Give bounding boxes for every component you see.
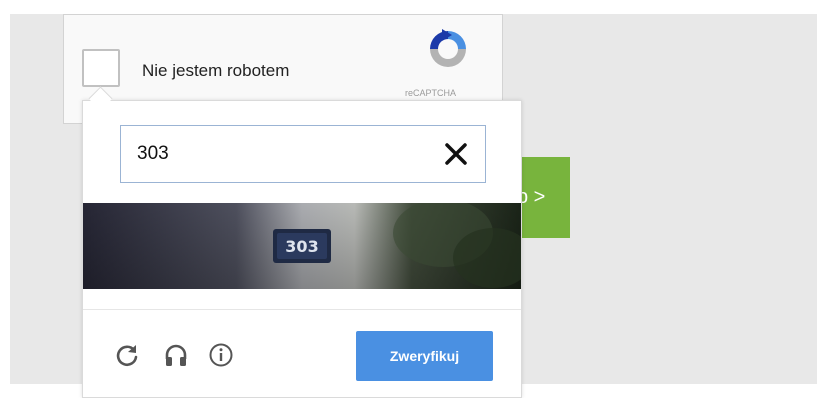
recaptcha-brand-text: reCAPTCHA — [405, 88, 457, 98]
close-icon[interactable] — [441, 139, 471, 169]
answer-input[interactable] — [121, 126, 421, 182]
verify-button[interactable]: Zweryfikuj — [356, 331, 493, 381]
reload-icon[interactable] — [114, 342, 140, 368]
checkbox-label: Nie jestem robotem — [142, 61, 290, 80]
info-icon[interactable] — [208, 342, 234, 368]
divider — [83, 309, 521, 310]
recaptcha-logo-icon — [430, 29, 466, 67]
not-robot-checkbox[interactable] — [82, 49, 120, 87]
challenge-image: 303 — [83, 203, 521, 289]
house-number-text: 303 — [285, 237, 318, 256]
challenge-popup: 303 Zweryfikuj — [82, 100, 522, 398]
answer-field — [120, 125, 486, 183]
page: p > Nie jestem robotem reCAPTCHA 303 303… — [0, 0, 817, 398]
headphones-icon[interactable] — [163, 342, 189, 368]
